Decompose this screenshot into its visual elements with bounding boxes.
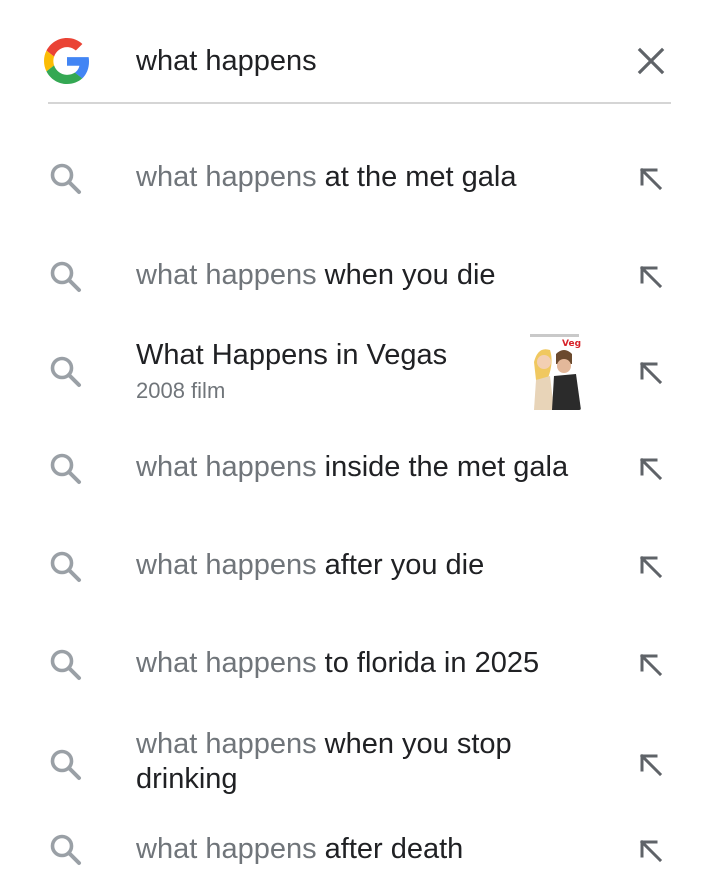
suggestion-item[interactable]: what happens inside the met gala <box>0 398 719 496</box>
poster-title-text: Vegas <box>562 339 581 349</box>
suggestion-completion: to florida in 2025 <box>316 647 540 679</box>
suggestion-completion: after you die <box>316 549 485 581</box>
search-icon <box>50 453 81 484</box>
suggestion-item[interactable]: what happens when you die <box>0 202 719 300</box>
suggestion-prefix: what happens <box>136 549 317 581</box>
suggestion-text: what happens after you die <box>136 548 579 583</box>
suggestion-item[interactable]: what happens at the met gala <box>0 104 719 202</box>
suggestion-text: what happens to florida in 2025 <box>136 646 579 681</box>
search-input[interactable]: what happens <box>136 44 317 78</box>
suggestion-prefix: what happens <box>136 728 317 760</box>
fill-query-arrow-icon[interactable] <box>634 550 668 584</box>
search-bar: what happens <box>0 0 719 104</box>
suggestion-prefix: what happens <box>136 833 317 865</box>
suggestion-completion: at the met gala <box>316 161 517 193</box>
suggestion-completion: after death <box>316 833 464 865</box>
suggestion-prefix: what happens <box>136 451 317 483</box>
search-icon <box>50 749 81 780</box>
suggestion-text: what happens inside the met gala <box>136 450 579 485</box>
fill-query-arrow-icon[interactable] <box>634 648 668 682</box>
google-logo-icon[interactable] <box>44 38 90 84</box>
fill-query-arrow-icon[interactable] <box>634 452 668 486</box>
suggestion-text: what happens after death <box>136 832 579 867</box>
suggestion-completion: when you die <box>316 259 496 291</box>
suggestion-list: what happens at the met gala what happen… <box>0 104 719 887</box>
fill-query-arrow-icon[interactable] <box>634 834 668 868</box>
suggestion-text: what happens when you stop drinking <box>136 727 543 797</box>
suggestion-text: what happens when you die <box>136 258 579 293</box>
suggestion-prefix: what happens <box>136 647 317 679</box>
fill-query-arrow-icon[interactable] <box>634 356 668 390</box>
suggestion-completion: inside the met gala <box>316 451 569 483</box>
search-icon <box>50 261 81 292</box>
search-icon <box>50 834 81 865</box>
fill-query-arrow-icon[interactable] <box>634 162 668 196</box>
suggestion-item[interactable]: what happens after you die <box>0 496 719 594</box>
close-icon <box>637 47 665 75</box>
suggestion-item[interactable]: what happens after death <box>0 790 719 887</box>
fill-query-arrow-icon[interactable] <box>634 260 668 294</box>
fill-query-arrow-icon[interactable] <box>634 748 668 782</box>
entity-title: What Happens in Vegas <box>136 339 448 371</box>
search-icon <box>50 551 81 582</box>
search-icon <box>50 163 81 194</box>
suggestion-text: what happens at the met gala <box>136 160 579 195</box>
suggestion-entity[interactable]: What Happens in Vegas 2008 film Vegas <box>0 300 719 410</box>
suggestion-prefix: what happens <box>136 161 317 193</box>
clear-button[interactable] <box>632 42 670 80</box>
suggestion-prefix: what happens <box>136 259 317 291</box>
search-icon <box>50 649 81 680</box>
suggestion-item[interactable]: what happens when you stop drinking <box>0 692 719 795</box>
search-icon <box>50 356 81 387</box>
suggestion-item[interactable]: what happens to florida in 2025 <box>0 594 719 692</box>
